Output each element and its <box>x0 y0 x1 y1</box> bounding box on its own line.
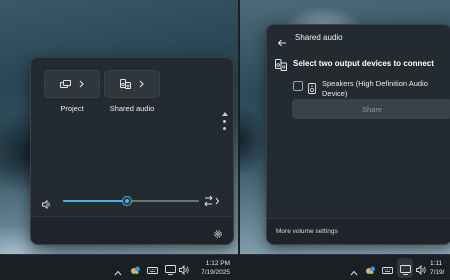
clock-date: 7/19/ <box>430 269 445 276</box>
onedrive-icon[interactable] <box>365 262 376 280</box>
onedrive-icon[interactable] <box>130 262 141 280</box>
speaker-device-icon <box>308 81 316 99</box>
clock-time: 1:11 <box>430 260 443 267</box>
chevron-up-icon[interactable] <box>114 263 122 280</box>
volume-row <box>31 193 235 212</box>
keyboard-icon[interactable] <box>382 262 393 280</box>
chevron-up-icon[interactable] <box>350 263 358 280</box>
flyout-footer <box>31 216 233 244</box>
taskbar-clock[interactable]: 1:11 7/19/ <box>430 259 450 277</box>
chevron-right-icon <box>139 80 144 88</box>
network-icon[interactable] <box>400 262 411 280</box>
back-arrow-icon[interactable] <box>277 34 287 52</box>
chevron-right-icon <box>79 80 84 88</box>
network-icon[interactable] <box>165 262 176 280</box>
taskbar-clock[interactable]: 1:12 PM 7/19/2025 <box>196 259 230 277</box>
page-indicator[interactable] <box>222 112 228 134</box>
project-label: Project <box>60 104 84 113</box>
left-screen: Project Shared audio 1:12 PM 7/19/2025 <box>0 0 238 280</box>
device-label: Speakers (High Definition Audio Device) <box>322 79 428 98</box>
volume-icon[interactable] <box>179 262 190 280</box>
gear-icon[interactable] <box>213 226 223 244</box>
page-up-icon <box>222 112 228 116</box>
volume-slider-thumb[interactable] <box>121 196 132 206</box>
shared-audio-label: Shared audio <box>109 104 155 113</box>
shared-audio-flyout: Shared audio Select two output devices t… <box>266 24 450 245</box>
page-dot <box>223 120 226 123</box>
share-button[interactable]: Share <box>292 99 450 119</box>
clock-time: 1:12 PM <box>205 260 230 267</box>
taskbar: 1:12 PM 7/19/2025 <box>0 254 238 280</box>
more-volume-settings-link[interactable]: More volume settings <box>276 228 338 235</box>
right-screen: Shared audio Select two output devices t… <box>240 0 450 280</box>
page-dot <box>223 127 226 130</box>
speakers-checkbox[interactable] <box>293 81 303 91</box>
shared-audio-icon <box>275 58 287 76</box>
flyout-footer: More volume settings <box>267 218 450 244</box>
shared-audio-tile[interactable] <box>104 70 160 98</box>
taskbar: 1:11 7/19/ <box>240 254 450 280</box>
instruction-heading: Select two output devices to connect <box>293 59 434 68</box>
flyout-title: Shared audio <box>295 33 343 42</box>
speaker-icon[interactable] <box>42 196 52 214</box>
volume-slider-fill <box>63 200 127 202</box>
volume-slider[interactable] <box>63 196 199 206</box>
volume-icon[interactable] <box>416 262 427 280</box>
shared-audio-icon <box>120 79 131 89</box>
project-tile[interactable] <box>44 70 100 98</box>
clock-date: 7/19/2025 <box>201 269 230 276</box>
project-icon <box>60 79 71 89</box>
output-device-button[interactable] <box>204 194 220 212</box>
quick-settings-flyout: Project Shared audio <box>30 57 234 245</box>
keyboard-icon[interactable] <box>147 262 158 280</box>
